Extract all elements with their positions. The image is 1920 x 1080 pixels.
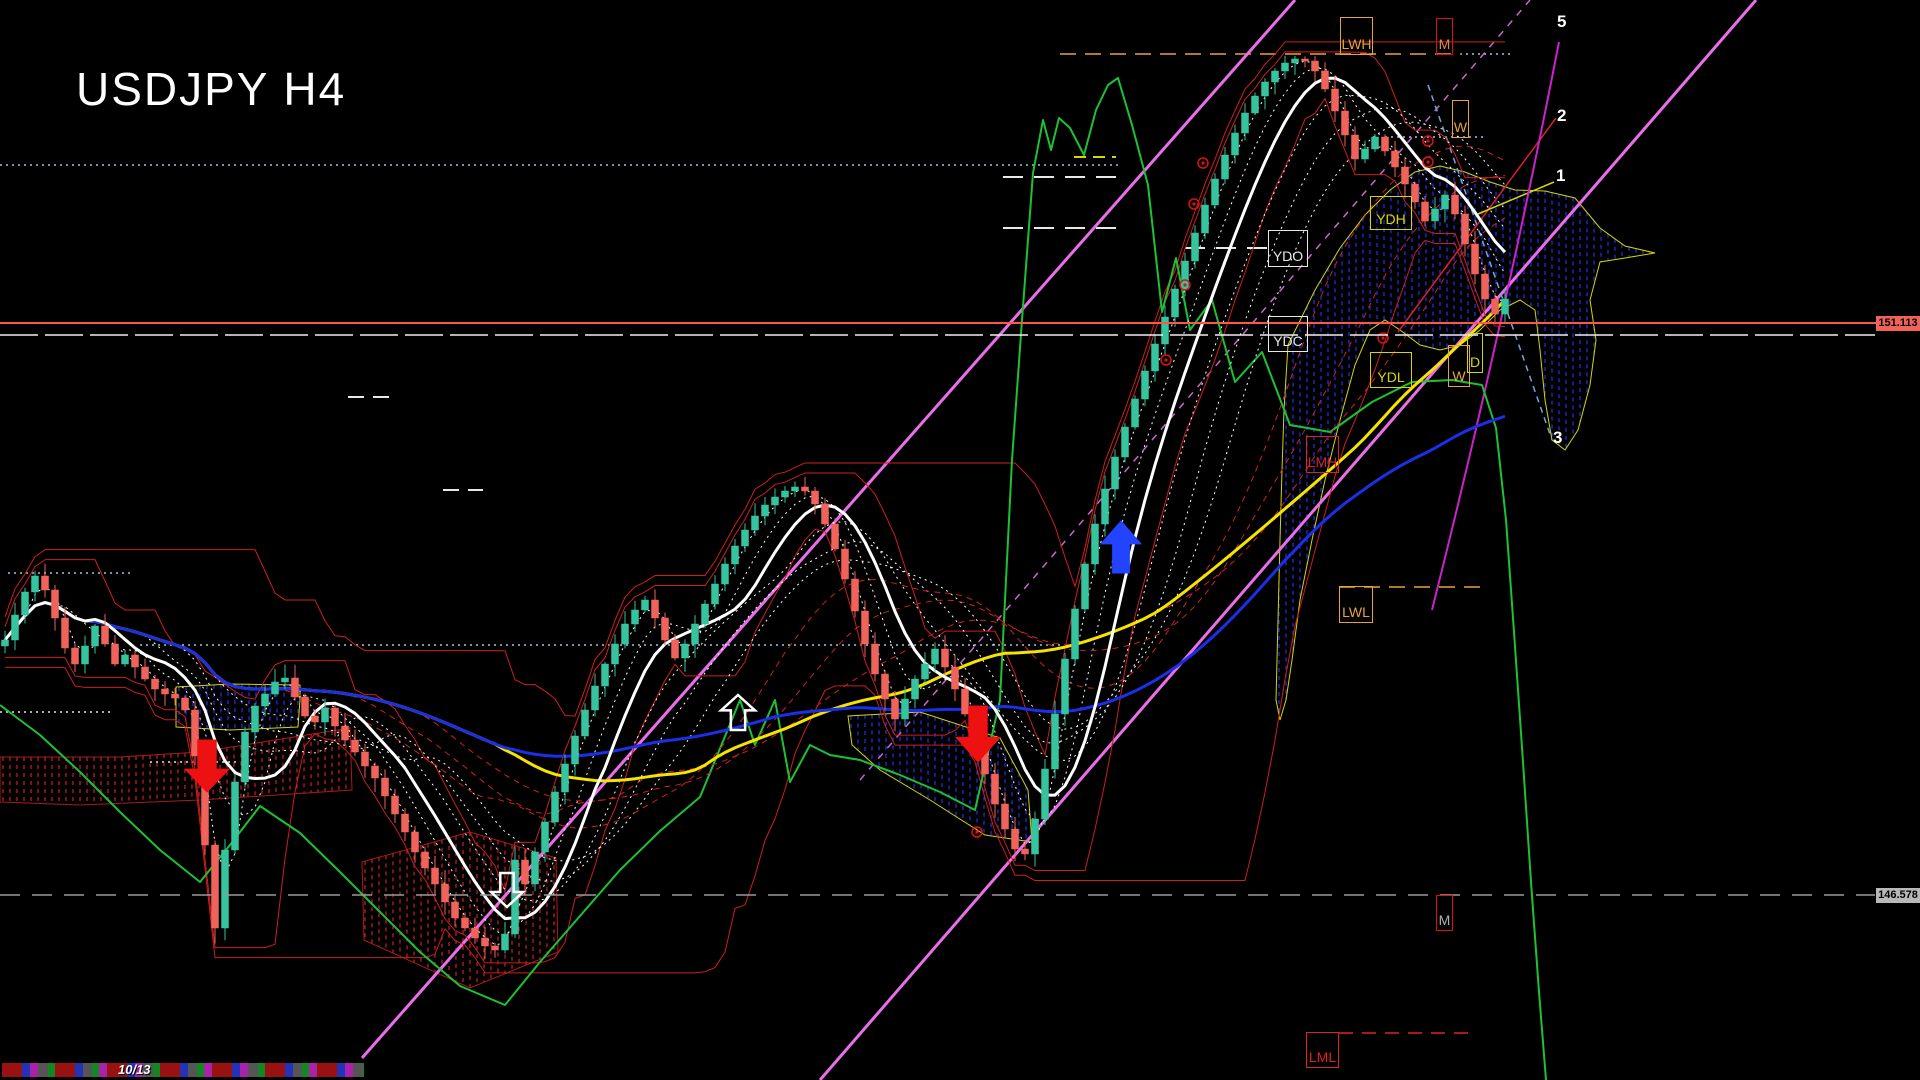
level-label-ydh-3[interactable]: YDH: [1370, 196, 1412, 230]
strip-block: [285, 1063, 293, 1077]
level-label-lwh-0[interactable]: LWH: [1340, 17, 1373, 55]
level-label-m-1[interactable]: M: [1436, 18, 1453, 55]
buy-arrow-icon[interactable]: [1101, 521, 1141, 573]
strip-block: [345, 1063, 353, 1077]
level-label-lwl-10[interactable]: LWL: [1339, 586, 1373, 623]
strip-block: [317, 1063, 337, 1077]
strip-block: [30, 1063, 38, 1077]
strip-block: [302, 1063, 309, 1077]
wave-number-3: 3: [1553, 428, 1562, 448]
strip-block: [2, 1063, 22, 1077]
strip-block: [212, 1063, 232, 1077]
strip-block: [197, 1063, 204, 1077]
level-label-ydl-6[interactable]: YDL: [1370, 352, 1412, 388]
signal-pattern-strip: [2, 1063, 364, 1077]
strip-block: [92, 1063, 99, 1077]
strip-block: [265, 1063, 285, 1077]
chart-canvas[interactable]: [0, 0, 1920, 1080]
signal-strip-label: 10/13: [118, 1062, 151, 1077]
chart-symbol-title: USDJPY H4: [76, 62, 346, 116]
strip-block: [248, 1063, 258, 1077]
strip-block: [22, 1063, 30, 1077]
level-label-m-11[interactable]: M: [1436, 895, 1453, 931]
lower-price-badge: 146.578: [1876, 888, 1920, 903]
strip-block: [309, 1063, 317, 1077]
strip-block: [83, 1063, 92, 1077]
strip-block: [363, 1063, 364, 1077]
wave-number-2: 2: [1557, 106, 1566, 126]
current-price-badge: 151.113: [1876, 316, 1920, 331]
wave-number-1: 1: [1556, 166, 1565, 186]
strip-block: [153, 1063, 160, 1077]
level-label-ydo-4[interactable]: YDO: [1268, 230, 1308, 267]
strip-block: [75, 1063, 83, 1077]
strip-block: [55, 1063, 75, 1077]
wave-number-5: 5: [1557, 12, 1566, 32]
level-label-lmh-9[interactable]: LMH: [1306, 436, 1339, 473]
strip-block: [188, 1063, 197, 1077]
strip-block: [293, 1063, 302, 1077]
strip-block: [353, 1063, 363, 1077]
strip-block: [38, 1063, 48, 1077]
level-label-w-2[interactable]: W: [1452, 100, 1469, 138]
level-label-d-8[interactable]: D: [1467, 333, 1483, 373]
strip-block: [337, 1063, 345, 1077]
chart-window: USDJPY H4 151.113 146.578 10/13 LWH M W YDH…: [0, 0, 1920, 1080]
level-label-lml-12[interactable]: LML: [1306, 1032, 1339, 1068]
strip-block: [160, 1063, 180, 1077]
strip-block: [258, 1063, 265, 1077]
strip-block: [204, 1063, 212, 1077]
strip-block: [240, 1063, 248, 1077]
strip-block: [232, 1063, 240, 1077]
strip-block: [48, 1063, 55, 1077]
level-label-ydc-5[interactable]: YDC: [1268, 316, 1308, 352]
strip-block: [99, 1063, 107, 1077]
strip-block: [180, 1063, 188, 1077]
